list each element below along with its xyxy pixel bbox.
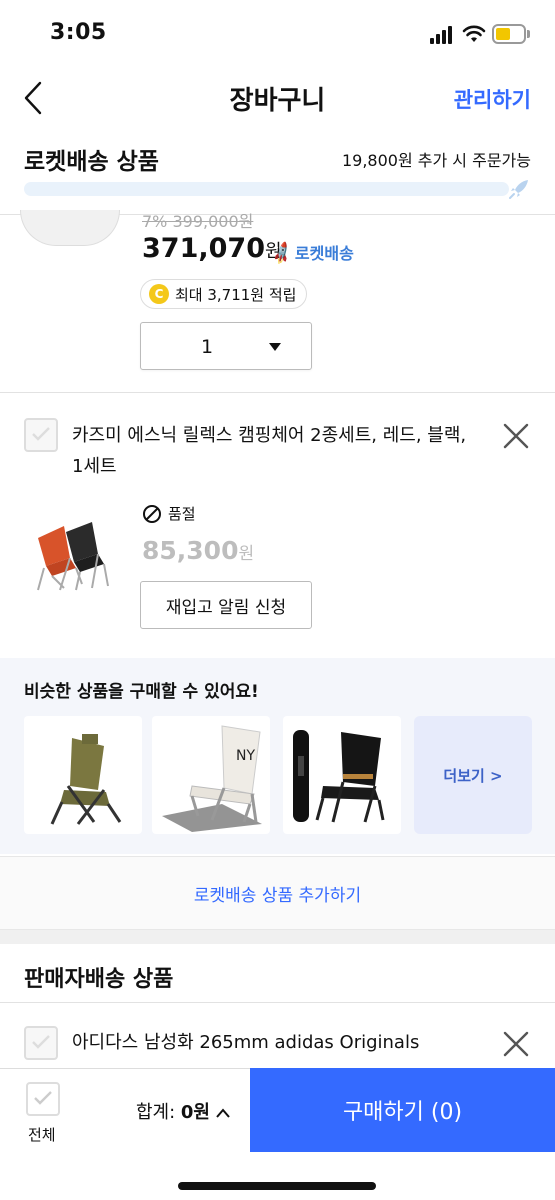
rocket-icon: 🚀 bbox=[268, 240, 296, 267]
prohibited-icon bbox=[143, 504, 161, 523]
home-indicator bbox=[178, 1182, 376, 1190]
status-time: 3:05 bbox=[50, 20, 107, 45]
item-checkbox[interactable] bbox=[24, 418, 58, 452]
check-icon bbox=[32, 427, 50, 441]
product-thumbnail[interactable] bbox=[20, 210, 120, 246]
similar-products-title: 비슷한 상품을 구매할 수 있어요! bbox=[24, 682, 259, 702]
price-value: 85,300 bbox=[142, 536, 239, 565]
close-icon[interactable] bbox=[502, 1030, 530, 1058]
section-divider bbox=[0, 1002, 555, 1003]
sold-out-label: 품절 bbox=[168, 505, 196, 523]
total-amount[interactable]: 합계: 0원 bbox=[136, 1098, 230, 1124]
black-chair-image bbox=[293, 730, 385, 823]
select-all-checkbox[interactable] bbox=[26, 1082, 60, 1116]
chevron-up-icon bbox=[215, 1108, 230, 1118]
beige-chair-image: NY bbox=[162, 725, 262, 832]
seller-section-title: 판매자배송 상품 bbox=[24, 967, 174, 992]
coin-icon: C bbox=[149, 284, 169, 304]
product-price: 85,300원 bbox=[142, 536, 254, 565]
cellular-signal-icon bbox=[430, 26, 456, 44]
sold-out-status: 품절 bbox=[142, 503, 196, 524]
rocket-threshold-text: 19,800원 추가 시 주문가능 bbox=[341, 151, 531, 170]
similar-product-card[interactable]: NY bbox=[152, 716, 270, 834]
cashback-badge: C 최대 3,711원 적립 bbox=[140, 279, 308, 309]
product-price: 371,070원 bbox=[142, 233, 282, 264]
product-name[interactable]: 아디다스 남성화 265mm adidas Originals bbox=[72, 1028, 472, 1058]
rocket-delivery-badge: 🚀로켓배송 bbox=[268, 240, 354, 267]
price-unit: 원 bbox=[238, 544, 255, 564]
wifi-icon bbox=[462, 25, 486, 42]
item-checkbox[interactable] bbox=[24, 1026, 58, 1060]
check-icon bbox=[32, 1035, 50, 1049]
rocket-progress-bar bbox=[24, 182, 509, 196]
quantity-select[interactable]: 1 bbox=[140, 322, 312, 370]
svg-text:NY: NY bbox=[236, 748, 255, 764]
restock-alert-button[interactable]: 재입고 알림 신청 bbox=[140, 581, 312, 629]
close-icon[interactable] bbox=[502, 422, 530, 450]
total-label: 합계: bbox=[136, 1102, 181, 1123]
manage-button[interactable]: 관리하기 bbox=[454, 84, 531, 114]
olive-chair-image bbox=[50, 734, 122, 825]
cashback-text: 최대 3,711원 적립 bbox=[175, 285, 297, 304]
total-value: 0원 bbox=[180, 1102, 210, 1123]
similar-product-card[interactable] bbox=[283, 716, 401, 834]
similar-product-card[interactable] bbox=[24, 716, 142, 834]
purchase-button[interactable]: 구매하기 (0) bbox=[250, 1068, 555, 1152]
battery-tip bbox=[527, 30, 530, 38]
price-value: 371,070 bbox=[142, 233, 265, 264]
product-name[interactable]: 카즈미 에스닉 릴렉스 캠핑체어 2종세트, 레드, 블랙, 1세트 bbox=[72, 420, 472, 482]
add-rocket-products-button[interactable]: 로켓배송 상품 추가하기 bbox=[0, 856, 555, 930]
section-separator bbox=[0, 930, 555, 944]
dropdown-triangle-icon bbox=[269, 343, 281, 351]
more-products-button[interactable]: 더보기 > bbox=[414, 716, 532, 834]
rocket-icon bbox=[509, 180, 528, 199]
check-icon bbox=[34, 1091, 52, 1105]
rocket-section-title: 로켓배송 상품 bbox=[24, 149, 159, 175]
camping-chair-image[interactable] bbox=[30, 508, 110, 592]
original-price: 7% 399,000원 bbox=[142, 212, 254, 231]
quantity-value: 1 bbox=[201, 336, 214, 358]
rocket-badge-label: 로켓배송 bbox=[294, 244, 354, 263]
item-divider bbox=[0, 392, 555, 393]
select-all-label: 전체 bbox=[28, 1126, 56, 1144]
battery-icon bbox=[492, 24, 526, 44]
